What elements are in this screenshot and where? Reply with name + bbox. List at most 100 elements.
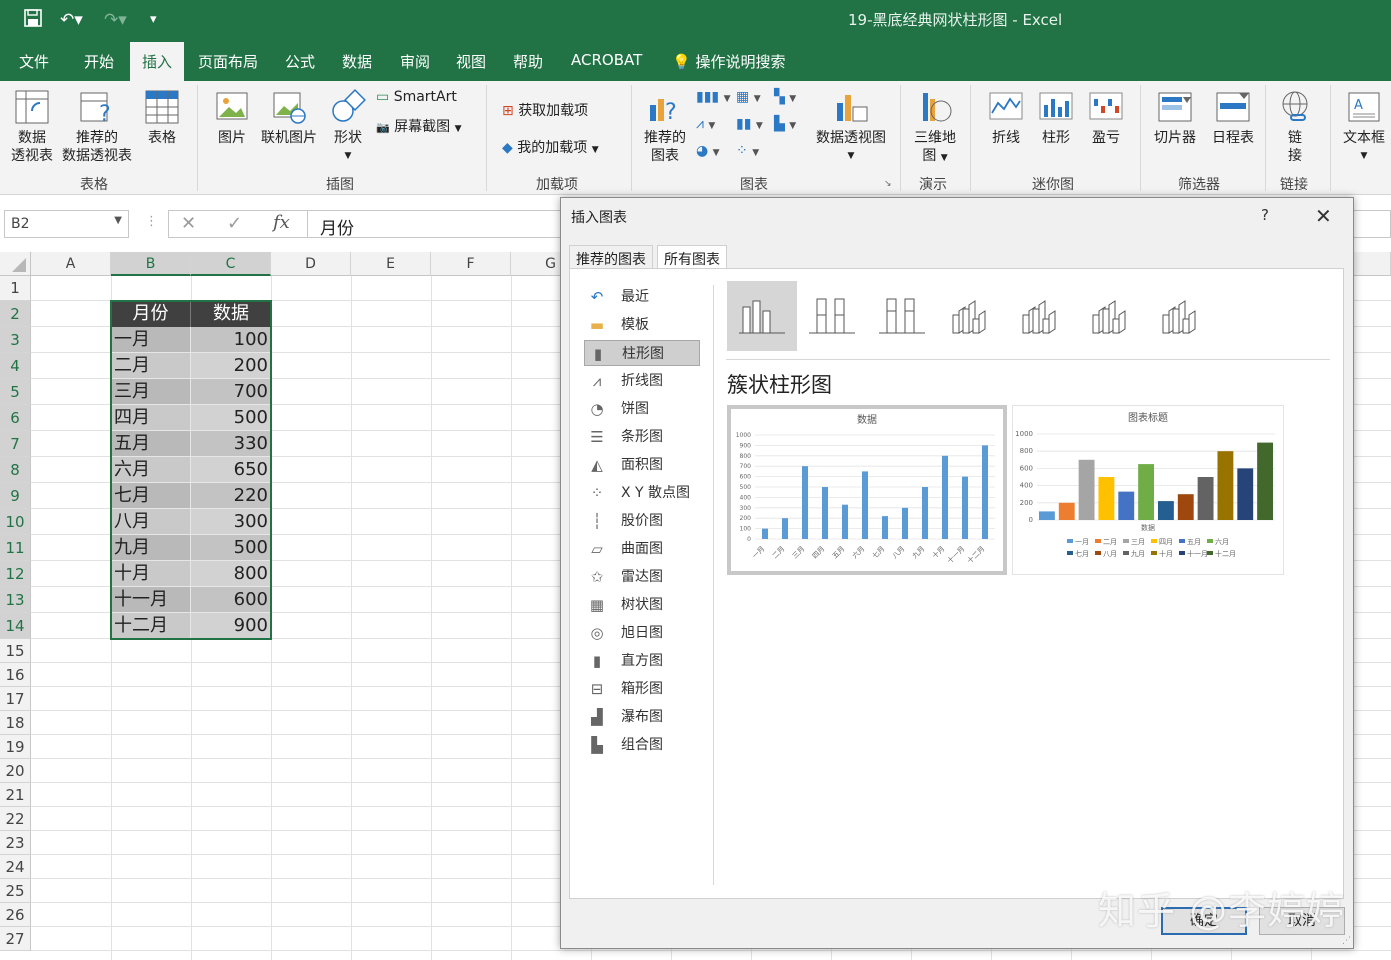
link-button[interactable]: 链 接: [1272, 89, 1318, 165]
tab-insert[interactable]: 插入: [130, 42, 185, 81]
column-header[interactable]: A: [31, 252, 111, 276]
row-header[interactable]: 7: [0, 431, 31, 457]
row-header[interactable]: 18: [0, 711, 31, 735]
row-header[interactable]: 22: [0, 807, 31, 831]
chart-subtype-option[interactable]: [1147, 281, 1217, 351]
chart-type-item[interactable]: ☰ 条形图: [584, 424, 700, 450]
row-header[interactable]: 10: [0, 509, 31, 535]
row-header[interactable]: 16: [0, 663, 31, 687]
statistic-chart-dropdown[interactable]: ▮▮ ▼: [736, 116, 763, 132]
tab-data[interactable]: 数据: [342, 51, 372, 72]
line-chart-dropdown[interactable]: ⩘ ▼: [696, 116, 715, 132]
chart-type-item[interactable]: ▦ 树状图: [584, 592, 700, 618]
chart-type-item[interactable]: ◔ 饼图: [584, 396, 700, 422]
table-button[interactable]: 表格: [140, 89, 184, 147]
chart-type-item[interactable]: ↶ 最近: [584, 284, 700, 310]
chart-type-item[interactable]: ▮ 直方图: [584, 648, 700, 674]
tab-recommended-charts[interactable]: 推荐的图表: [569, 245, 653, 269]
smartart-button[interactable]: ▭ SmartArt: [376, 89, 457, 105]
hierarchy-chart-dropdown[interactable]: ▦ ▼: [736, 89, 761, 105]
column-header[interactable]: B: [111, 252, 191, 276]
tell-me-search[interactable]: 💡 操作说明搜索: [672, 51, 785, 72]
cancel-entry-icon[interactable]: ✕: [181, 213, 196, 234]
name-box[interactable]: B2 ▼: [4, 210, 129, 238]
confirm-entry-icon[interactable]: ✓: [227, 213, 242, 234]
row-header[interactable]: 25: [0, 879, 31, 903]
row-header[interactable]: 13: [0, 587, 31, 613]
recommended-pivot-button[interactable]: ? 推荐的 数据透视表: [58, 89, 136, 165]
resize-grip-icon[interactable]: ⋰: [1342, 936, 1351, 946]
chart-subtype-option[interactable]: [797, 281, 867, 351]
chart-type-item[interactable]: ▬ 模板: [584, 312, 700, 338]
chart-type-item[interactable]: ⊟ 箱形图: [584, 676, 700, 702]
timeline-button[interactable]: 日程表: [1204, 89, 1262, 147]
tab-page-layout[interactable]: 页面布局: [198, 51, 258, 72]
help-button[interactable]: ?: [1261, 206, 1269, 224]
3d-map-button[interactable]: 三维地 图 ▼: [906, 89, 964, 167]
redo-icon[interactable]: ↷▾: [104, 9, 127, 31]
tab-view[interactable]: 视图: [456, 51, 486, 72]
chart-type-item[interactable]: ◎ 旭日图: [584, 620, 700, 646]
chart-type-item[interactable]: ⁘ X Y 散点图: [584, 480, 700, 506]
row-header[interactable]: 27: [0, 927, 31, 951]
cancel-button[interactable]: 取消: [1259, 907, 1345, 935]
customize-quick-access-icon[interactable]: ▾: [150, 9, 157, 31]
row-header[interactable]: 20: [0, 759, 31, 783]
pivot-table-button[interactable]: 数据 透视表: [8, 89, 56, 165]
chart-subtype-option[interactable]: [867, 281, 937, 351]
row-header[interactable]: 21: [0, 783, 31, 807]
row-header[interactable]: 11: [0, 535, 31, 561]
row-header[interactable]: 8: [0, 457, 31, 483]
dialog-launcher-icon[interactable]: ↘: [884, 179, 892, 189]
textbox-button[interactable]: A 文本框 ▼: [1338, 89, 1390, 165]
sparkline-line-button[interactable]: 折线: [984, 89, 1028, 147]
chart-type-item[interactable]: ▙ 组合图: [584, 732, 700, 758]
chart-type-item[interactable]: ◭ 面积图: [584, 452, 700, 478]
slicer-button[interactable]: 切片器: [1150, 89, 1200, 147]
ok-button[interactable]: 确定: [1161, 907, 1247, 935]
row-header[interactable]: 15: [0, 639, 31, 663]
save-icon[interactable]: [24, 9, 42, 33]
row-header[interactable]: 17: [0, 687, 31, 711]
pictures-button[interactable]: 图片: [210, 89, 254, 147]
row-header[interactable]: 2: [0, 301, 31, 327]
row-header[interactable]: 4: [0, 353, 31, 379]
more-options-icon[interactable]: ⋮: [145, 214, 158, 229]
select-all-corner[interactable]: [0, 252, 31, 276]
close-icon[interactable]: ✕: [1315, 204, 1332, 228]
tab-review[interactable]: 审阅: [400, 51, 430, 72]
column-header[interactable]: F: [431, 252, 511, 276]
undo-icon[interactable]: ↶▾: [60, 9, 83, 31]
chevron-down-icon[interactable]: ▼: [114, 215, 122, 226]
chart-subtype-option[interactable]: [937, 281, 1007, 351]
row-header[interactable]: 24: [0, 855, 31, 879]
my-addins-button[interactable]: ◆ 我的加载项 ▼: [502, 137, 599, 157]
chart-type-item[interactable]: ▟ 瀑布图: [584, 704, 700, 730]
chart-type-item[interactable]: ▱ 曲面图: [584, 536, 700, 562]
tab-help[interactable]: 帮助: [513, 51, 543, 72]
row-header[interactable]: 9: [0, 483, 31, 509]
row-header[interactable]: 26: [0, 903, 31, 927]
column-chart-dropdown[interactable]: ▮▮▮ ▼: [696, 89, 730, 105]
tab-home[interactable]: 开始: [84, 51, 114, 72]
chart-subtype-option[interactable]: [727, 281, 797, 351]
row-header[interactable]: 19: [0, 735, 31, 759]
waterfall-chart-dropdown[interactable]: ▚ ▼: [774, 89, 796, 105]
get-addins-button[interactable]: ⊞ 获取加载项: [502, 100, 588, 120]
column-header[interactable]: C: [191, 252, 271, 276]
chart-subtype-option[interactable]: [1077, 281, 1147, 351]
chart-type-item[interactable]: ✩ 雷达图: [584, 564, 700, 590]
shapes-button[interactable]: 形状 ▼: [326, 89, 370, 165]
row-header[interactable]: 6: [0, 405, 31, 431]
sparkline-winloss-button[interactable]: 盈亏: [1084, 89, 1128, 147]
pie-chart-dropdown[interactable]: ◕ ▼: [696, 143, 720, 159]
tab-file[interactable]: 文件: [19, 51, 49, 72]
row-header[interactable]: 3: [0, 327, 31, 353]
chart-subtype-option[interactable]: [1007, 281, 1077, 351]
insert-function-icon[interactable]: fx: [273, 212, 290, 233]
chart-type-item[interactable]: ⩘ 折线图: [584, 368, 700, 394]
row-header[interactable]: 14: [0, 613, 31, 639]
online-pictures-button[interactable]: 联机图片: [258, 89, 320, 147]
tab-acrobat[interactable]: ACROBAT: [571, 51, 642, 69]
recommended-charts-button[interactable]: ? 推荐的 图表: [640, 89, 690, 165]
